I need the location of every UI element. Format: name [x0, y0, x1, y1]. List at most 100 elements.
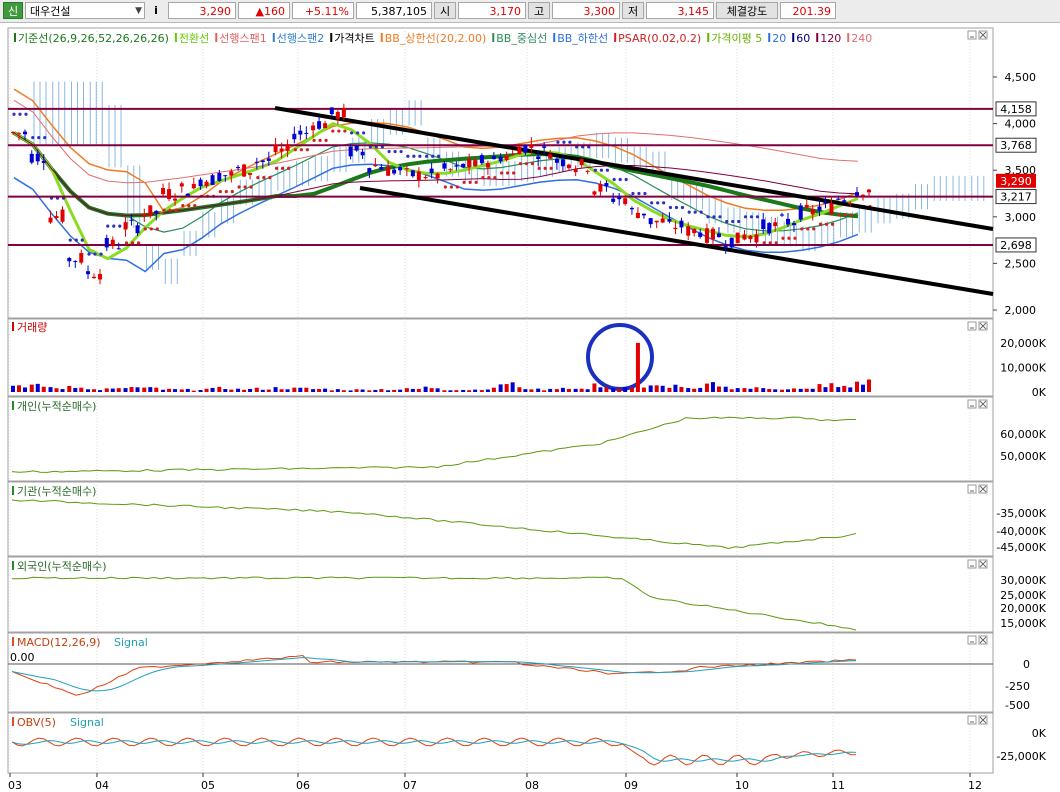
volume-bar[interactable] — [791, 388, 796, 392]
candle[interactable] — [836, 198, 841, 200]
volume-bar[interactable] — [48, 387, 53, 392]
candle[interactable] — [716, 233, 721, 237]
volume-bar[interactable] — [529, 389, 534, 392]
volume-bar[interactable] — [848, 387, 853, 392]
volume-bar[interactable] — [248, 388, 253, 392]
volume-bar[interactable] — [154, 387, 159, 392]
candle[interactable] — [67, 258, 72, 262]
candle[interactable] — [848, 203, 853, 205]
candle[interactable] — [491, 156, 496, 160]
candle[interactable] — [473, 160, 478, 167]
volume-bar[interactable] — [648, 385, 653, 392]
volume-bar[interactable] — [748, 388, 753, 392]
volume-bar[interactable] — [611, 388, 616, 392]
candle[interactable] — [648, 218, 653, 225]
volume-bar[interactable] — [579, 388, 584, 392]
candle[interactable] — [798, 205, 803, 220]
volume-bar[interactable] — [217, 386, 222, 392]
volume-bar[interactable] — [398, 389, 403, 392]
candle[interactable] — [248, 173, 253, 175]
volume-bar[interactable] — [311, 389, 316, 392]
panel-minimize-icon[interactable] — [967, 715, 977, 725]
volume-bar[interactable] — [573, 388, 578, 392]
candle[interactable] — [116, 248, 121, 250]
candle[interactable] — [423, 177, 428, 179]
volume-bar[interactable] — [41, 386, 46, 392]
candle[interactable] — [273, 144, 278, 153]
volume-bar[interactable] — [523, 389, 528, 392]
candle[interactable] — [817, 206, 822, 211]
candle[interactable] — [410, 170, 415, 177]
candle[interactable] — [454, 165, 459, 167]
volume-bar[interactable] — [304, 387, 309, 392]
volume-bar[interactable] — [592, 383, 597, 392]
candle[interactable] — [386, 166, 391, 176]
candle[interactable] — [467, 159, 472, 168]
volume-bar[interactable] — [560, 387, 565, 392]
candle[interactable] — [148, 205, 153, 216]
volume-bar[interactable] — [198, 390, 203, 392]
candle[interactable] — [104, 237, 109, 248]
volume-bar[interactable] — [210, 387, 215, 392]
candle[interactable] — [779, 214, 784, 216]
candle[interactable] — [804, 204, 809, 208]
candle[interactable] — [354, 145, 359, 151]
volume-bar[interactable] — [161, 389, 166, 392]
candle[interactable] — [598, 184, 603, 192]
volume-bar[interactable] — [442, 390, 447, 392]
candle[interactable] — [217, 173, 222, 182]
volume-bar[interactable] — [185, 388, 190, 392]
info-icon[interactable]: i — [148, 2, 164, 19]
candle[interactable] — [660, 218, 665, 223]
volume-bar[interactable] — [204, 388, 209, 392]
volume-bar[interactable] — [779, 389, 784, 392]
volume-bar[interactable] — [323, 388, 328, 392]
candle[interactable] — [842, 200, 847, 202]
volume-bar[interactable] — [686, 388, 691, 392]
candle[interactable] — [23, 131, 27, 135]
volume-bar[interactable] — [861, 384, 865, 392]
volume-bar[interactable] — [542, 390, 547, 392]
candle[interactable] — [161, 187, 166, 195]
volume-bar[interactable] — [29, 384, 34, 392]
candle[interactable] — [867, 189, 871, 193]
volume-bar[interactable] — [79, 387, 84, 392]
stock-chart[interactable]: 기준선(26,9,26,52,26,26,26) 전환선 선행스팬1 선행스팬2 가격차… — [0, 23, 1060, 792]
volume-bar[interactable] — [292, 387, 297, 392]
candle[interactable] — [210, 175, 215, 185]
candle[interactable] — [529, 144, 534, 148]
volume-bar[interactable] — [623, 387, 628, 392]
candle[interactable] — [73, 260, 78, 262]
candle[interactable] — [79, 253, 84, 263]
volume-bar[interactable] — [335, 389, 340, 392]
volume-bar[interactable] — [229, 389, 234, 392]
volume-bar[interactable] — [54, 388, 59, 392]
candle[interactable] — [448, 169, 453, 171]
candle[interactable] — [173, 198, 178, 201]
candle[interactable] — [373, 164, 378, 167]
volume-bar[interactable] — [236, 388, 241, 392]
candle[interactable] — [311, 125, 316, 131]
volume-bar[interactable] — [498, 384, 503, 392]
volume-bar[interactable] — [179, 389, 184, 392]
candle[interactable] — [611, 198, 616, 202]
candle[interactable] — [767, 223, 772, 234]
volume-bar[interactable] — [692, 388, 697, 392]
volume-bar[interactable] — [298, 387, 303, 392]
volume-bar[interactable] — [735, 388, 740, 392]
volume-bar[interactable] — [148, 387, 153, 392]
volume-bar[interactable] — [360, 389, 365, 392]
candle[interactable] — [654, 220, 659, 223]
volume-bar[interactable] — [604, 387, 609, 392]
volume-bar[interactable] — [191, 390, 196, 392]
candle[interactable] — [135, 225, 140, 234]
candle[interactable] — [191, 183, 196, 189]
candle[interactable] — [185, 193, 190, 196]
panel-minimize-icon[interactable] — [967, 484, 977, 494]
candle[interactable] — [179, 183, 184, 187]
volume-bar[interactable] — [60, 389, 65, 392]
volume-bar[interactable] — [116, 388, 121, 392]
volume-bar[interactable] — [329, 390, 334, 392]
volume-bar[interactable] — [817, 384, 822, 392]
volume-bar[interactable] — [767, 388, 772, 392]
